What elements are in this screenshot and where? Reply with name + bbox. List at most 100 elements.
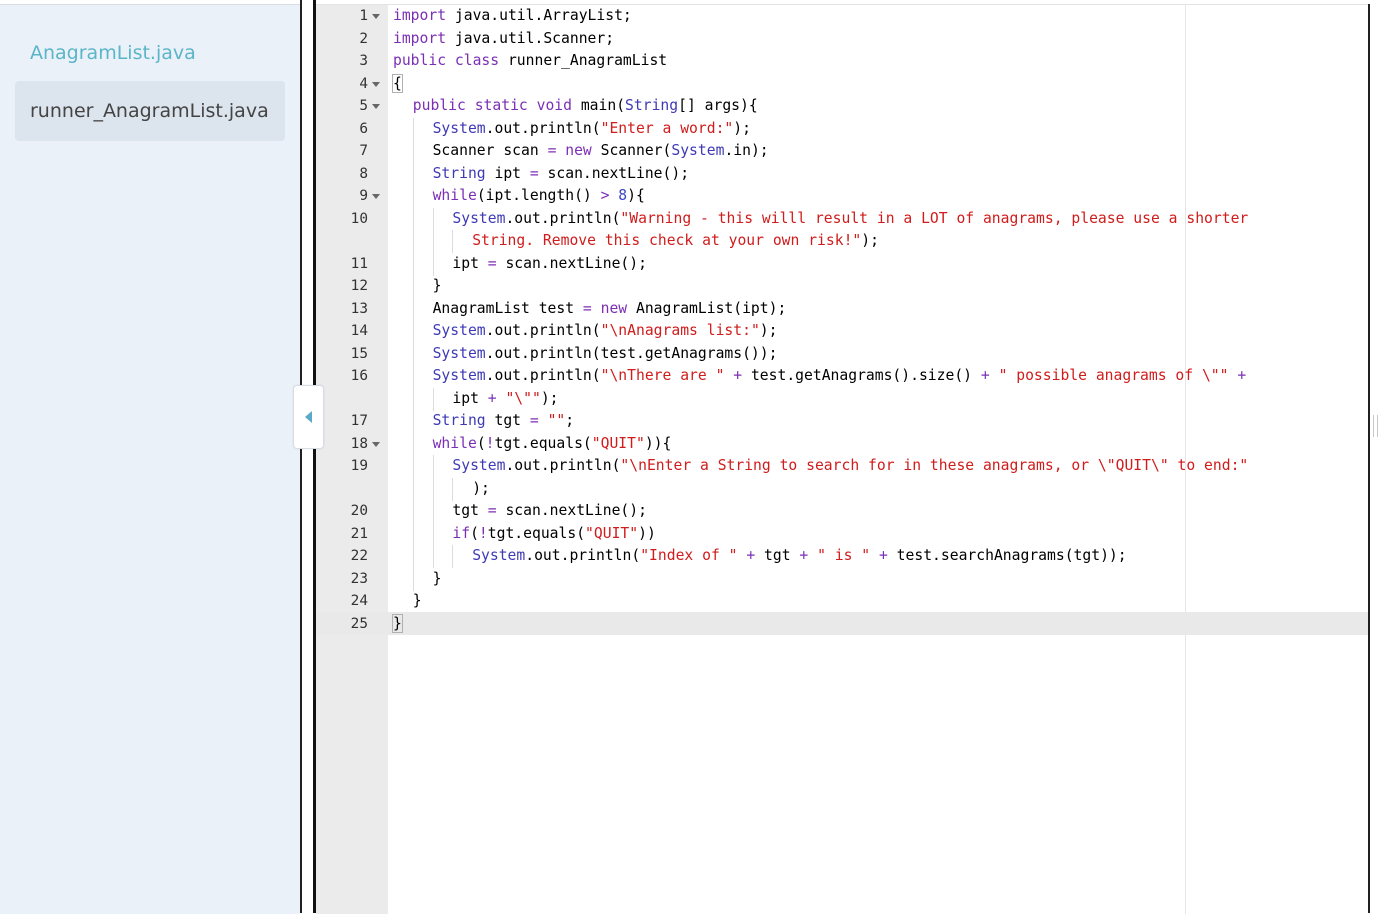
code-text: String. Remove this check at your own ri… <box>472 230 879 253</box>
indent-guide <box>412 117 414 141</box>
line-number: 19 <box>350 458 368 474</box>
code-token: System <box>432 344 486 362</box>
file-tab-runner-anagramlist[interactable]: runner_AnagramList.java <box>15 81 285 141</box>
fold-arrow-icon[interactable] <box>372 81 380 87</box>
line-number: 9 <box>359 188 368 204</box>
code-token: String <box>432 412 486 429</box>
code-token: "\nAnagrams list:" <box>600 322 760 339</box>
code-token: + <box>980 367 990 384</box>
indent-guide <box>452 545 454 568</box>
code-token: static <box>474 97 528 114</box>
line-number: 25 <box>350 615 368 632</box>
code-token: System <box>432 119 486 137</box>
code-text: while(ipt.length() > 8){ <box>433 185 645 208</box>
fold-arrow-icon[interactable] <box>372 194 380 199</box>
code-token: System <box>671 142 725 159</box>
code-token: Scanner scan <box>432 142 548 159</box>
code-token: "\"" <box>505 389 541 407</box>
code-token: = <box>529 164 539 182</box>
code-line: 17 String tgt = ""; <box>316 410 1370 433</box>
code-text: } <box>392 613 403 636</box>
code-token: System <box>432 367 486 384</box>
code-token: while <box>432 187 477 204</box>
file-sidebar: AnagramList.java runner_AnagramList.java <box>0 4 300 914</box>
code-text: ipt = scan.nextLine(); <box>452 253 647 276</box>
code-line: 23} <box>316 567 1370 591</box>
indent-guide <box>412 567 414 591</box>
code-text: System.out.println("\nThere are " + test… <box>433 365 1247 388</box>
code-line: 10 System.out.println("Warning - this wil… <box>316 207 1370 231</box>
code-text: if(!tgt.equals("QUIT")) <box>452 523 655 546</box>
code-token: .out.println(test.getAnagrams()); <box>485 344 778 362</box>
indent-guide <box>432 545 434 568</box>
code-token: System <box>432 322 486 339</box>
code-line: 4{ <box>316 73 1370 95</box>
indent-guide <box>412 387 414 411</box>
code-line: 18 while(!tgt.equals("QUIT")){ <box>316 432 1370 456</box>
code-token: ipt <box>452 389 488 407</box>
code-text: } <box>413 590 422 613</box>
code-token: ); <box>540 389 559 407</box>
code-line: 21 if(!tgt.equals("QUIT")) <box>316 522 1370 546</box>
code-token: System <box>452 209 506 227</box>
code-text: import java.util.ArrayList; <box>393 5 632 28</box>
resize-handle-icon[interactable] <box>1373 415 1378 437</box>
code-text: System.out.println("Enter a word:"); <box>433 118 751 141</box>
code-token: java.util.ArrayList; <box>446 7 632 24</box>
code-token: = <box>582 299 592 317</box>
line-number: 14 <box>350 323 368 339</box>
code-token: .out.println( <box>505 209 621 227</box>
code-token: = <box>487 254 497 272</box>
indent-guide <box>432 207 434 231</box>
code-token: ! <box>485 434 495 452</box>
code-text: String ipt = scan.nextLine(); <box>433 163 689 186</box>
indent-guide <box>452 477 454 501</box>
indent-guide <box>412 545 414 568</box>
code-token: = <box>487 502 497 519</box>
fold-arrow-icon[interactable] <box>372 104 380 109</box>
code-editor[interactable]: 1 import java.util.ArrayList; 2 import java… <box>316 4 1370 914</box>
code-token: "Enter a word:" <box>600 119 734 137</box>
code-token: + <box>487 389 497 407</box>
code-line: 13 AnagramList test = new AnagramList(ipt… <box>316 297 1370 321</box>
code-token: String <box>625 97 679 114</box>
line-number: 23 <box>350 570 368 587</box>
code-token: "" <box>547 412 566 429</box>
fold-arrow-icon[interactable] <box>372 441 380 447</box>
indent-guide <box>412 320 414 343</box>
code-token: ); <box>759 322 778 339</box>
code-token: )) <box>644 434 663 452</box>
file-tab-anagramlist[interactable]: AnagramList.java <box>15 23 285 83</box>
indent-guide <box>432 522 434 546</box>
line-number: 24 <box>350 593 368 609</box>
code-token: + <box>733 367 743 384</box>
indent-guide <box>412 140 414 163</box>
code-token: + <box>746 547 756 564</box>
code-token: .out.println( <box>485 322 601 339</box>
chevron-left-icon <box>305 411 312 423</box>
line-number: 10 <box>350 210 368 227</box>
code-line: 5 public static void main(String[] args){ <box>316 95 1370 117</box>
fold-arrow-icon[interactable] <box>372 14 380 19</box>
code-text: tgt = scan.nextLine(); <box>452 500 647 523</box>
code-text: Scanner scan = new Scanner(System.in); <box>433 140 769 163</box>
collapse-sidebar-button[interactable] <box>293 385 324 449</box>
code-token: scan.nextLine(); <box>538 164 690 182</box>
line-number: 7 <box>359 143 368 159</box>
code-token: System <box>452 457 506 474</box>
code-token: ){ <box>627 187 645 204</box>
line-number: 13 <box>350 300 368 317</box>
code-line: 20 tgt = scan.nextLine(); <box>316 500 1370 523</box>
code-token: ( <box>476 434 486 452</box>
line-number: 8 <box>359 165 368 182</box>
code-token: } <box>432 277 442 294</box>
indent-guide <box>412 207 414 231</box>
code-token: java.util.Scanner; <box>446 29 615 47</box>
indent-guide <box>412 455 414 478</box>
